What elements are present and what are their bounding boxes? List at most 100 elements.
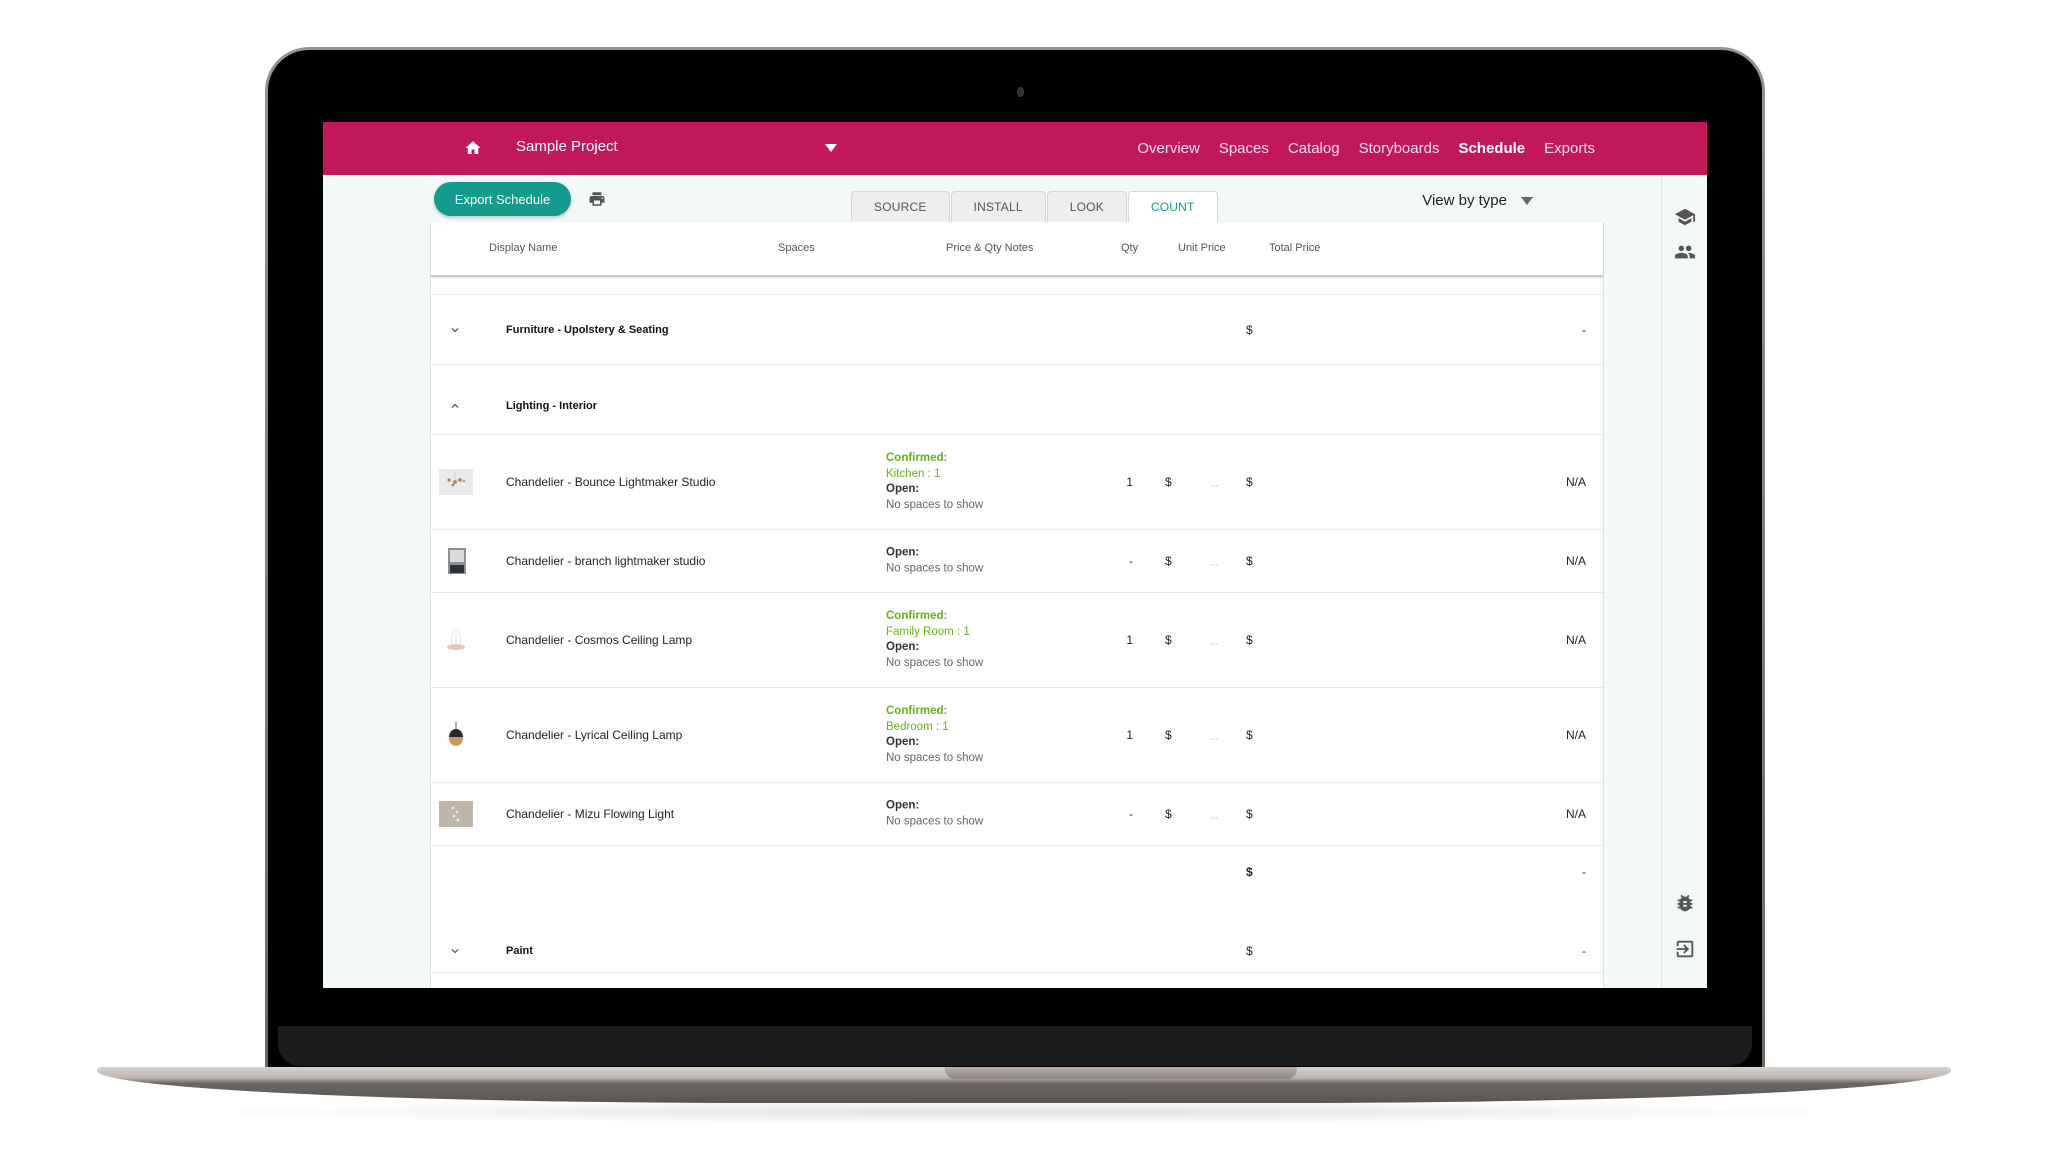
unit-currency: $ xyxy=(1165,633,1172,647)
open-label: Open: xyxy=(886,483,920,495)
nav-spaces[interactable]: Spaces xyxy=(1219,140,1269,157)
unit-price[interactable]: ... xyxy=(1210,637,1218,648)
open-label: Open: xyxy=(886,546,920,559)
unit-price[interactable]: ... xyxy=(1210,732,1218,743)
group-row-furniture[interactable]: Furniture - Upolstery & Seating $ - xyxy=(431,295,1603,365)
confirmed-label: Confirmed: xyxy=(886,452,948,464)
nav-exports[interactable]: Exports xyxy=(1544,140,1595,157)
print-icon[interactable] xyxy=(588,190,606,208)
laptop-shadow xyxy=(160,1100,1888,1124)
table-row[interactable]: Chandelier - Bounce Lightmaker Studio Co… xyxy=(431,435,1603,530)
open-value: No spaces to show xyxy=(886,656,984,669)
unit-currency: $ xyxy=(1165,728,1172,742)
confirmed-value: Kitchen : 1 xyxy=(886,467,941,480)
col-qty[interactable]: Qty xyxy=(1121,242,1138,254)
item-spaces: Confirmed: Bedroom : 1 Open: No spaces t… xyxy=(886,704,983,766)
open-value: No spaces to show xyxy=(886,562,984,574)
view-by-label: View by type xyxy=(1422,192,1507,209)
chevron-down-icon[interactable] xyxy=(448,323,462,337)
unit-price[interactable]: ... xyxy=(1210,811,1218,822)
confirmed-value: Family Room : 1 xyxy=(886,625,970,638)
total-price: N/A xyxy=(1565,554,1586,568)
group-total-currency: $ xyxy=(1246,944,1253,958)
tab-source[interactable]: SOURCE xyxy=(851,191,950,222)
total-currency: $ xyxy=(1246,633,1253,647)
chevron-up-icon[interactable] xyxy=(448,399,462,413)
product-thumbnail xyxy=(447,628,465,650)
unit-currency: $ xyxy=(1165,554,1172,568)
export-schedule-button[interactable]: Export Schedule xyxy=(434,182,571,216)
open-value: No spaces to show xyxy=(886,498,984,511)
item-spaces: Open: No spaces to show xyxy=(886,799,983,830)
total-price: N/A xyxy=(1565,807,1586,821)
total-price: N/A xyxy=(1565,728,1586,742)
col-unit-price[interactable]: Unit Price xyxy=(1178,242,1226,254)
product-thumbnail xyxy=(439,469,473,495)
item-name[interactable]: Chandelier - Lyrical Ceiling Lamp xyxy=(506,728,682,742)
confirmed-value: Bedroom : 1 xyxy=(886,720,949,733)
app-screen: Sample Project Overview Spaces Catalog S… xyxy=(323,122,1707,988)
nav-storyboards[interactable]: Storyboards xyxy=(1359,140,1440,157)
item-name[interactable]: Chandelier - Cosmos Ceiling Lamp xyxy=(506,633,692,647)
item-qty: - xyxy=(1129,807,1133,821)
product-thumbnail xyxy=(439,801,473,827)
item-qty: 1 xyxy=(1126,475,1133,489)
confirmed-label: Confirmed: xyxy=(886,610,948,622)
total-currency: $ xyxy=(1246,554,1253,568)
chevron-down-icon[interactable] xyxy=(448,944,462,958)
table-row[interactable]: Chandelier - branch lightmaker studio Op… xyxy=(431,530,1603,593)
item-qty: - xyxy=(1129,554,1133,568)
tab-count[interactable]: COUNT xyxy=(1127,191,1218,222)
bug-icon[interactable] xyxy=(1674,892,1696,914)
people-icon[interactable] xyxy=(1674,241,1696,263)
nav-schedule[interactable]: Schedule xyxy=(1458,140,1525,157)
table-row[interactable]: Chandelier - Cosmos Ceiling Lamp Confirm… xyxy=(431,593,1603,688)
total-price: N/A xyxy=(1565,475,1586,489)
table-header: Display Name Spaces Price & Qty Notes Qt… xyxy=(431,222,1603,277)
total-currency: $ xyxy=(1246,807,1253,821)
open-label: Open: xyxy=(886,641,920,653)
col-total-price[interactable]: Total Price xyxy=(1269,242,1320,254)
group-total: - xyxy=(1582,944,1586,958)
col-spaces[interactable]: Spaces xyxy=(778,242,815,254)
home-icon[interactable] xyxy=(464,139,482,157)
col-price-notes[interactable]: Price & Qty Notes xyxy=(946,242,1033,254)
total-price: N/A xyxy=(1565,633,1586,647)
item-spaces: Open: No spaces to show xyxy=(886,546,983,577)
open-label: Open: xyxy=(886,736,920,748)
nav-overview[interactable]: Overview xyxy=(1137,140,1200,157)
col-display-name[interactable]: Display Name xyxy=(489,242,557,254)
schedule-tabs: SOURCE INSTALL LOOK COUNT xyxy=(851,191,1219,222)
table-row[interactable]: Chandelier - Mizu Flowing Light Open: No… xyxy=(431,783,1603,846)
item-spaces: Confirmed: Kitchen : 1 Open: No spaces t… xyxy=(886,451,983,513)
item-name[interactable]: Chandelier - Mizu Flowing Light xyxy=(506,807,674,821)
project-name[interactable]: Sample Project xyxy=(516,138,618,155)
subtotal-currency: $ xyxy=(1246,865,1253,879)
right-rail xyxy=(1661,175,1707,988)
graduation-cap-icon[interactable] xyxy=(1674,206,1696,228)
group-name: Lighting - Interior xyxy=(506,400,598,412)
item-qty: 1 xyxy=(1126,728,1133,742)
nav-catalog[interactable]: Catalog xyxy=(1288,140,1340,157)
view-by-dropdown[interactable]: View by type xyxy=(1422,192,1533,209)
confirmed-label: Confirmed: xyxy=(886,705,948,717)
exit-icon[interactable] xyxy=(1674,938,1696,960)
group-row-paint[interactable]: Paint $ - xyxy=(431,901,1603,973)
tab-look[interactable]: LOOK xyxy=(1046,191,1127,222)
item-qty: 1 xyxy=(1126,633,1133,647)
unit-currency: $ xyxy=(1165,475,1172,489)
webcam xyxy=(1017,87,1024,97)
subtotal-value: - xyxy=(1582,865,1586,879)
table-row[interactable]: Chandelier - Lyrical Ceiling Lamp Confir… xyxy=(431,688,1603,783)
group-row-lighting[interactable]: Lighting - Interior xyxy=(431,365,1603,435)
total-currency: $ xyxy=(1246,475,1253,489)
tab-install[interactable]: INSTALL xyxy=(950,191,1046,222)
unit-price[interactable]: ... xyxy=(1210,558,1218,569)
item-name[interactable]: Chandelier - Bounce Lightmaker Studio xyxy=(506,475,715,489)
product-thumbnail xyxy=(449,722,463,746)
unit-price[interactable]: ... xyxy=(1210,479,1218,490)
project-dropdown-caret-icon[interactable] xyxy=(825,144,837,152)
chevron-down-icon xyxy=(1521,196,1533,205)
open-label: Open: xyxy=(886,799,920,812)
item-name[interactable]: Chandelier - branch lightmaker studio xyxy=(506,554,705,568)
